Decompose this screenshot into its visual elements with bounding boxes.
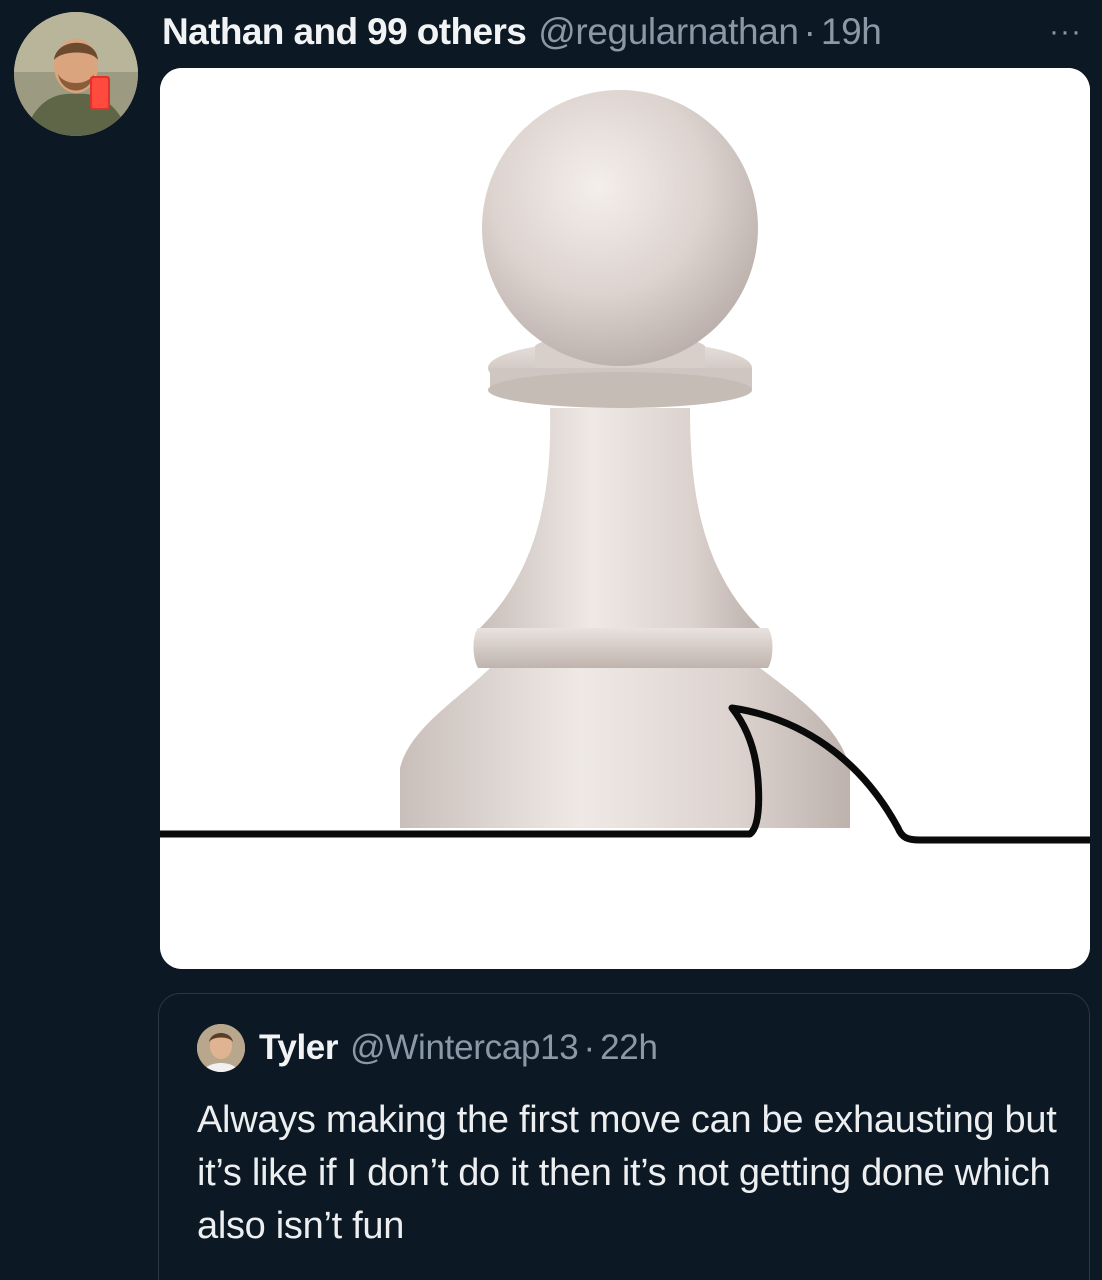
tweet-timestamp[interactable]: 19h	[821, 11, 882, 53]
quoted-tweet-timestamp[interactable]: 22h	[600, 1028, 658, 1068]
quoted-profile-photo-icon	[197, 1024, 245, 1072]
quoted-author-avatar[interactable]	[197, 1024, 245, 1072]
quoted-author-handle[interactable]: @Wintercap13	[350, 1028, 579, 1068]
chess-pawn-image-icon	[160, 68, 1090, 969]
author-handle[interactable]: @regularnathan	[538, 11, 799, 53]
quoted-tweet-text: Always making the first move can be exha…	[197, 1099, 1057, 1247]
quoted-tweet-header: Tyler @Wintercap13 · 22h	[197, 1024, 658, 1072]
profile-photo-icon	[14, 12, 138, 136]
quoted-author-name[interactable]: Tyler	[259, 1028, 338, 1068]
separator-dot: ·	[803, 11, 816, 52]
author-name[interactable]: Nathan and 99 others	[162, 11, 527, 53]
tweet-media-image[interactable]	[160, 68, 1090, 969]
more-options-icon[interactable]: ···	[1049, 15, 1086, 49]
quoted-tweet[interactable]: Tyler @Wintercap13 · 22h Always making t…	[158, 993, 1090, 1280]
tweet-header: Nathan and 99 others @regularnathan · 19…	[162, 8, 1086, 56]
author-avatar[interactable]	[14, 12, 138, 136]
separator-dot: ·	[583, 1028, 596, 1067]
